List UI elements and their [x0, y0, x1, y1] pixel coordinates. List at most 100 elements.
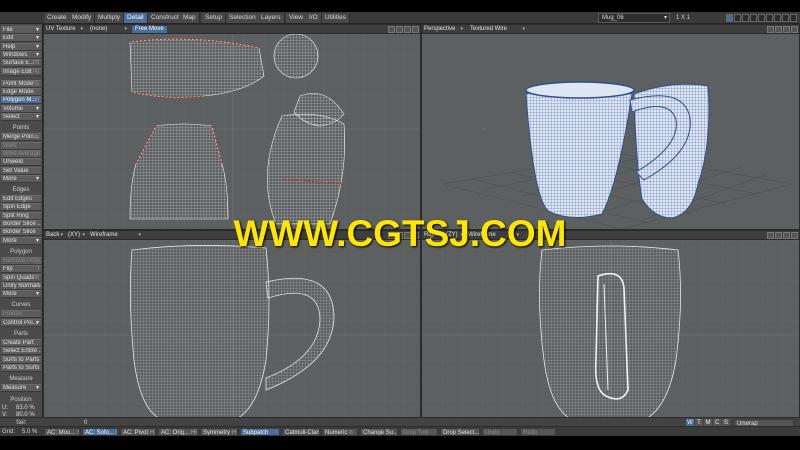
- viewport-controls[interactable]: [767, 26, 798, 33]
- layer-label: 1 X 1: [676, 15, 691, 21]
- tab-utilities[interactable]: Utilities: [322, 13, 350, 23]
- free-move-button[interactable]: Free Move: [132, 26, 167, 33]
- layer-toggle[interactable]: [758, 14, 765, 22]
- select-button[interactable]: Select: [1, 113, 41, 121]
- set-value-button[interactable]: Set Value: [1, 166, 41, 175]
- layer-buttons[interactable]: [726, 14, 797, 22]
- unweld-button[interactable]: Unweld: [1, 158, 41, 167]
- point-mode-button[interactable]: Point Mode ^G: [1, 79, 41, 88]
- measure-button[interactable]: Measure: [1, 384, 41, 393]
- layer-toggle[interactable]: [726, 14, 733, 22]
- edit-button[interactable]: Edit: [1, 34, 41, 43]
- catmull-clark-button[interactable]: Catmull-Clark: [282, 428, 320, 436]
- control-poi-button[interactable]: Control Poi...: [1, 318, 41, 327]
- button-label: Windows: [3, 51, 28, 58]
- layer-toggle[interactable]: [742, 14, 749, 22]
- surfs-to-parts-button[interactable]: Surfs to Parts: [1, 355, 41, 364]
- drop-select-button[interactable]: Drop Select.../: [440, 428, 480, 436]
- back-viewport[interactable]: Back (XY) Wireframe: [43, 230, 421, 418]
- create-part-button[interactable]: Create Part: [1, 339, 41, 347]
- zoom-view-icon[interactable]: [404, 26, 411, 33]
- button-label: Unify Normals: [3, 282, 41, 289]
- more-button[interactable]: More: [1, 174, 41, 183]
- tab-selection[interactable]: Selection: [226, 13, 260, 23]
- ac-mou-button[interactable]: AC: Mou...HF1: [44, 428, 80, 436]
- right-viewport[interactable]: Right (ZY) Wireframe: [421, 230, 800, 418]
- merge-poin-button[interactable]: Merge Poin... m: [1, 133, 41, 142]
- layer-toggle[interactable]: [790, 14, 797, 22]
- perspective-canvas[interactable]: [422, 34, 800, 230]
- layer-toggle[interactable]: [782, 14, 789, 22]
- view-type-dropdown[interactable]: Perspective: [422, 26, 464, 33]
- edit-edges-button[interactable]: Edit Edges: [1, 195, 41, 204]
- select-entire-button[interactable]: Select Entire ...: [1, 347, 41, 356]
- tab-create[interactable]: Create: [44, 13, 71, 23]
- tab-construct[interactable]: Construct: [148, 13, 183, 23]
- tab-map[interactable]: Map: [180, 13, 200, 23]
- spin-edge-button[interactable]: Spin Edge: [1, 203, 41, 212]
- view-type-dropdown[interactable]: UV Texture: [44, 26, 84, 33]
- zoom-view-icon[interactable]: [783, 26, 790, 33]
- move-view-icon[interactable]: [388, 26, 395, 33]
- tab-multiply[interactable]: Multiply: [95, 13, 125, 23]
- change-su-button[interactable]: Change Su...q: [360, 428, 398, 436]
- shortcut-label: m: [34, 134, 39, 141]
- uv-texture-viewport[interactable]: UV Texture (none) Free Move: [43, 24, 421, 230]
- button-label: AC: Pivot: [123, 430, 149, 436]
- tab-layers[interactable]: Layers: [258, 13, 285, 23]
- button-label: AC: Mou...: [47, 430, 76, 436]
- tab-i-o[interactable]: I/O: [306, 13, 322, 23]
- button-label: Subpatch: [243, 430, 269, 436]
- subpatch-button[interactable]: Subpatch: [240, 428, 280, 436]
- tab-setup[interactable]: Setup: [202, 13, 226, 23]
- rotate-view-icon[interactable]: [775, 26, 782, 33]
- windows-button[interactable]: Windows: [1, 50, 41, 59]
- symmetry-button[interactable]: SymmetryHY: [200, 428, 238, 436]
- right-view-canvas[interactable]: [422, 240, 800, 418]
- ac-sofo-button[interactable]: AC: Sofo...HF2: [82, 428, 118, 436]
- move-view-icon[interactable]: [767, 26, 774, 33]
- tab-view[interactable]: View: [286, 13, 307, 23]
- viewport-controls[interactable]: [388, 26, 419, 33]
- tab-modify[interactable]: Modify: [69, 13, 96, 23]
- spin-quads-button[interactable]: Spin Quads ^K: [1, 273, 41, 282]
- tab-detail[interactable]: Detail: [124, 13, 148, 23]
- layer-toggle[interactable]: [750, 14, 757, 22]
- flip-button[interactable]: Flip f: [1, 265, 41, 274]
- help-button[interactable]: Help: [1, 42, 41, 51]
- layer-toggle[interactable]: [734, 14, 741, 22]
- button-label: Help: [3, 43, 16, 50]
- edge-mode-button[interactable]: Edge Mode: [1, 88, 41, 97]
- undo-button[interactable]: Undo: [482, 428, 518, 436]
- back-view-canvas[interactable]: [44, 240, 421, 418]
- weld-average-button[interactable]: Weld Average: [1, 149, 41, 158]
- remove-polyg-button[interactable]: Remove Polyg...: [1, 256, 41, 265]
- perspective-viewport[interactable]: Perspective Textured Wire: [421, 24, 800, 230]
- surface-e-button[interactable]: Surface E... F5: [1, 59, 41, 68]
- render-style-dropdown[interactable]: Textured Wire: [468, 26, 526, 33]
- freeze-button[interactable]: Freeze: [1, 310, 41, 319]
- drop-tool-button[interactable]: Drop Tool: [400, 428, 438, 436]
- object-select-dropdown[interactable]: Mug_06: [598, 13, 670, 23]
- layer-toggle[interactable]: [774, 14, 781, 22]
- button-label: Create Part: [3, 340, 34, 346]
- redo-button[interactable]: Redo: [520, 428, 556, 436]
- more-button[interactable]: More: [1, 290, 41, 299]
- polygon-m-button[interactable]: Polygon M... ^H: [1, 96, 41, 105]
- shortcut-label: ^K: [33, 274, 39, 281]
- ac-pivot-button[interactable]: AC: PivotHF3: [120, 428, 156, 436]
- ac-orig-button[interactable]: AC: Orig...HF4: [158, 428, 198, 436]
- maximize-view-icon[interactable]: [412, 26, 419, 33]
- layer-toggle[interactable]: [766, 14, 773, 22]
- numeric-button[interactable]: Numeric n: [322, 428, 358, 436]
- unify-normals-button[interactable]: Unify Normals: [1, 281, 41, 290]
- image-edit-button[interactable]: Image Edit F6: [1, 67, 41, 76]
- file-button[interactable]: File: [1, 26, 41, 34]
- volume-button[interactable]: Volume: [1, 104, 41, 113]
- uv-map-dropdown[interactable]: (none): [88, 26, 128, 33]
- weld-button[interactable]: Weld: [1, 141, 41, 150]
- maximize-view-icon[interactable]: [791, 26, 798, 33]
- rotate-view-icon[interactable]: [396, 26, 403, 33]
- uv-map-canvas[interactable]: [44, 34, 421, 230]
- parts-to-surfs-button[interactable]: Parts to Surfs: [1, 363, 41, 372]
